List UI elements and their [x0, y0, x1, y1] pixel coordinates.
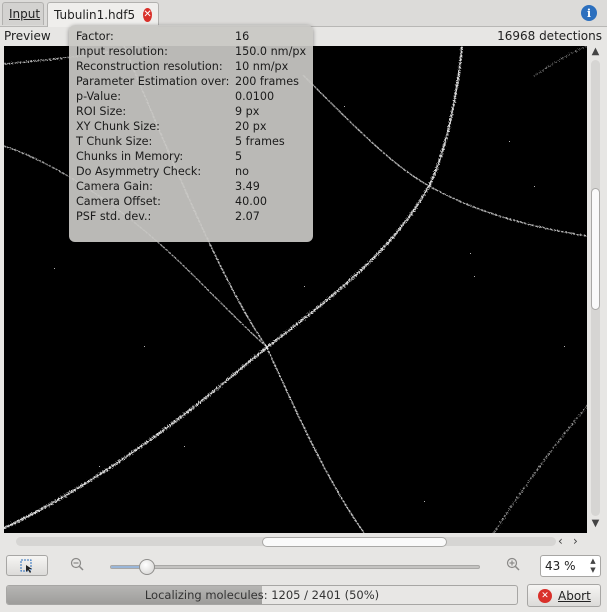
zoom-toolbar: 43 % ▲ ▼ [0, 552, 607, 580]
parameter-value: 16 [235, 30, 250, 43]
parameter-name: XY Chunk Size: [76, 120, 160, 133]
parameter-row: XY Chunk Size: 20 px [76, 119, 311, 134]
progress-text: Localizing molecules: 1205 / 2401 (50%) [144, 588, 380, 602]
parameter-value: 3.49 [235, 180, 260, 193]
zoom-slider[interactable] [110, 565, 480, 569]
parameter-row: ROI Size: 9 px [76, 104, 311, 119]
parameter-row: Reconstruction resolution: 10 nm/px [76, 59, 311, 74]
parameter-name: Input resolution: [76, 45, 168, 58]
tab-file-label: Tubulin1.hdf5 [54, 8, 136, 22]
parameter-value: 200 frames [235, 75, 299, 88]
parameter-name: p-Value: [76, 90, 121, 103]
parameter-name: Do Asymmetry Check: [76, 165, 202, 178]
zoom-out-icon[interactable] [70, 557, 84, 571]
parameter-value: 5 [235, 150, 243, 163]
parameter-value: no [235, 165, 249, 178]
tab-tubulin-file[interactable]: Tubulin1.hdf5 ✕ [47, 2, 159, 27]
horizontal-scrollbar[interactable]: ‹ › [4, 534, 587, 549]
parameter-value: 20 px [235, 120, 267, 133]
zoom-in-icon[interactable] [506, 557, 520, 571]
tab-input-label: Input [9, 7, 41, 21]
parameter-name: PSF std. dev.: [76, 210, 152, 223]
parameter-value: 0.0100 [235, 90, 275, 103]
parameter-row: Chunks in Memory: 5 [76, 149, 311, 164]
parameter-value: 9 px [235, 105, 260, 118]
parameter-name: Chunks in Memory: [76, 150, 184, 163]
parameter-row: Camera Offset: 40.00 [76, 194, 311, 209]
parameter-value: 5 frames [235, 135, 285, 148]
parameter-row: PSF std. dev.: 2.07 [76, 209, 311, 224]
parameter-value: 40.00 [235, 195, 268, 208]
parameter-name: Factor: [76, 30, 114, 43]
parameter-name: ROI Size: [76, 105, 127, 118]
parameter-row: Camera Gain: 3.49 [76, 179, 311, 194]
parameter-value: 2.07 [235, 210, 260, 223]
zoom-slider-handle[interactable] [139, 559, 155, 575]
abort-label: Abort [558, 588, 591, 603]
scroll-up-arrow-icon[interactable]: ▲ [588, 46, 603, 58]
vertical-scroll-thumb[interactable] [591, 188, 600, 310]
info-icon[interactable]: i [581, 5, 597, 21]
scroll-down-arrow-icon[interactable]: ▼ [588, 518, 603, 530]
scroll-left-arrow-icon[interactable]: ‹ [558, 534, 563, 548]
detections-count: 16968 detections [497, 29, 602, 43]
parameter-name: Camera Offset: [76, 195, 161, 208]
parameter-row: Input resolution: 150.0 nm/px [76, 44, 311, 59]
zoom-value: 43 % [545, 559, 576, 573]
parameter-row: Parameter Estimation over: 200 frames [76, 74, 311, 89]
scroll-right-arrow-icon[interactable]: › [573, 534, 578, 548]
parameter-value: 150.0 nm/px [235, 45, 307, 58]
parameter-row: Do Asymmetry Check: no [76, 164, 311, 179]
close-icon[interactable]: ✕ [143, 8, 152, 22]
parameter-name: Camera Gain: [76, 180, 153, 193]
zoom-spin-arrows-icon[interactable]: ▲ ▼ [588, 557, 598, 575]
tab-bar: Input Tubulin1.hdf5 ✕ i [0, 0, 607, 27]
parameter-name: T Chunk Size: [76, 135, 153, 148]
vertical-scrollbar[interactable]: ▲ ▼ [588, 46, 603, 532]
preview-label: Preview [4, 29, 51, 43]
parameter-row: T Chunk Size: 5 frames [76, 134, 311, 149]
abort-icon: ✕ [538, 588, 552, 603]
zoom-spinbox[interactable]: 43 % ▲ ▼ [540, 555, 601, 577]
horizontal-scroll-thumb[interactable] [262, 537, 447, 547]
parameter-name: Parameter Estimation over: [76, 75, 230, 88]
parameter-value: 10 nm/px [235, 60, 289, 73]
abort-button[interactable]: ✕ Abort [527, 584, 601, 607]
select-tool-icon [20, 559, 32, 573]
select-tool-button[interactable] [6, 555, 48, 576]
parameter-name: Reconstruction resolution: [76, 60, 223, 73]
tab-input[interactable]: Input [2, 2, 44, 25]
parameter-row: Factor: 16 [76, 29, 311, 44]
parameters-tooltip: Factor: 16 Input resolution: 150.0 nm/px Rec… [69, 25, 313, 242]
parameter-row: p-Value: 0.0100 [76, 89, 311, 104]
localization-progress-bar: Localizing molecules: 1205 / 2401 (50%) [6, 585, 518, 605]
